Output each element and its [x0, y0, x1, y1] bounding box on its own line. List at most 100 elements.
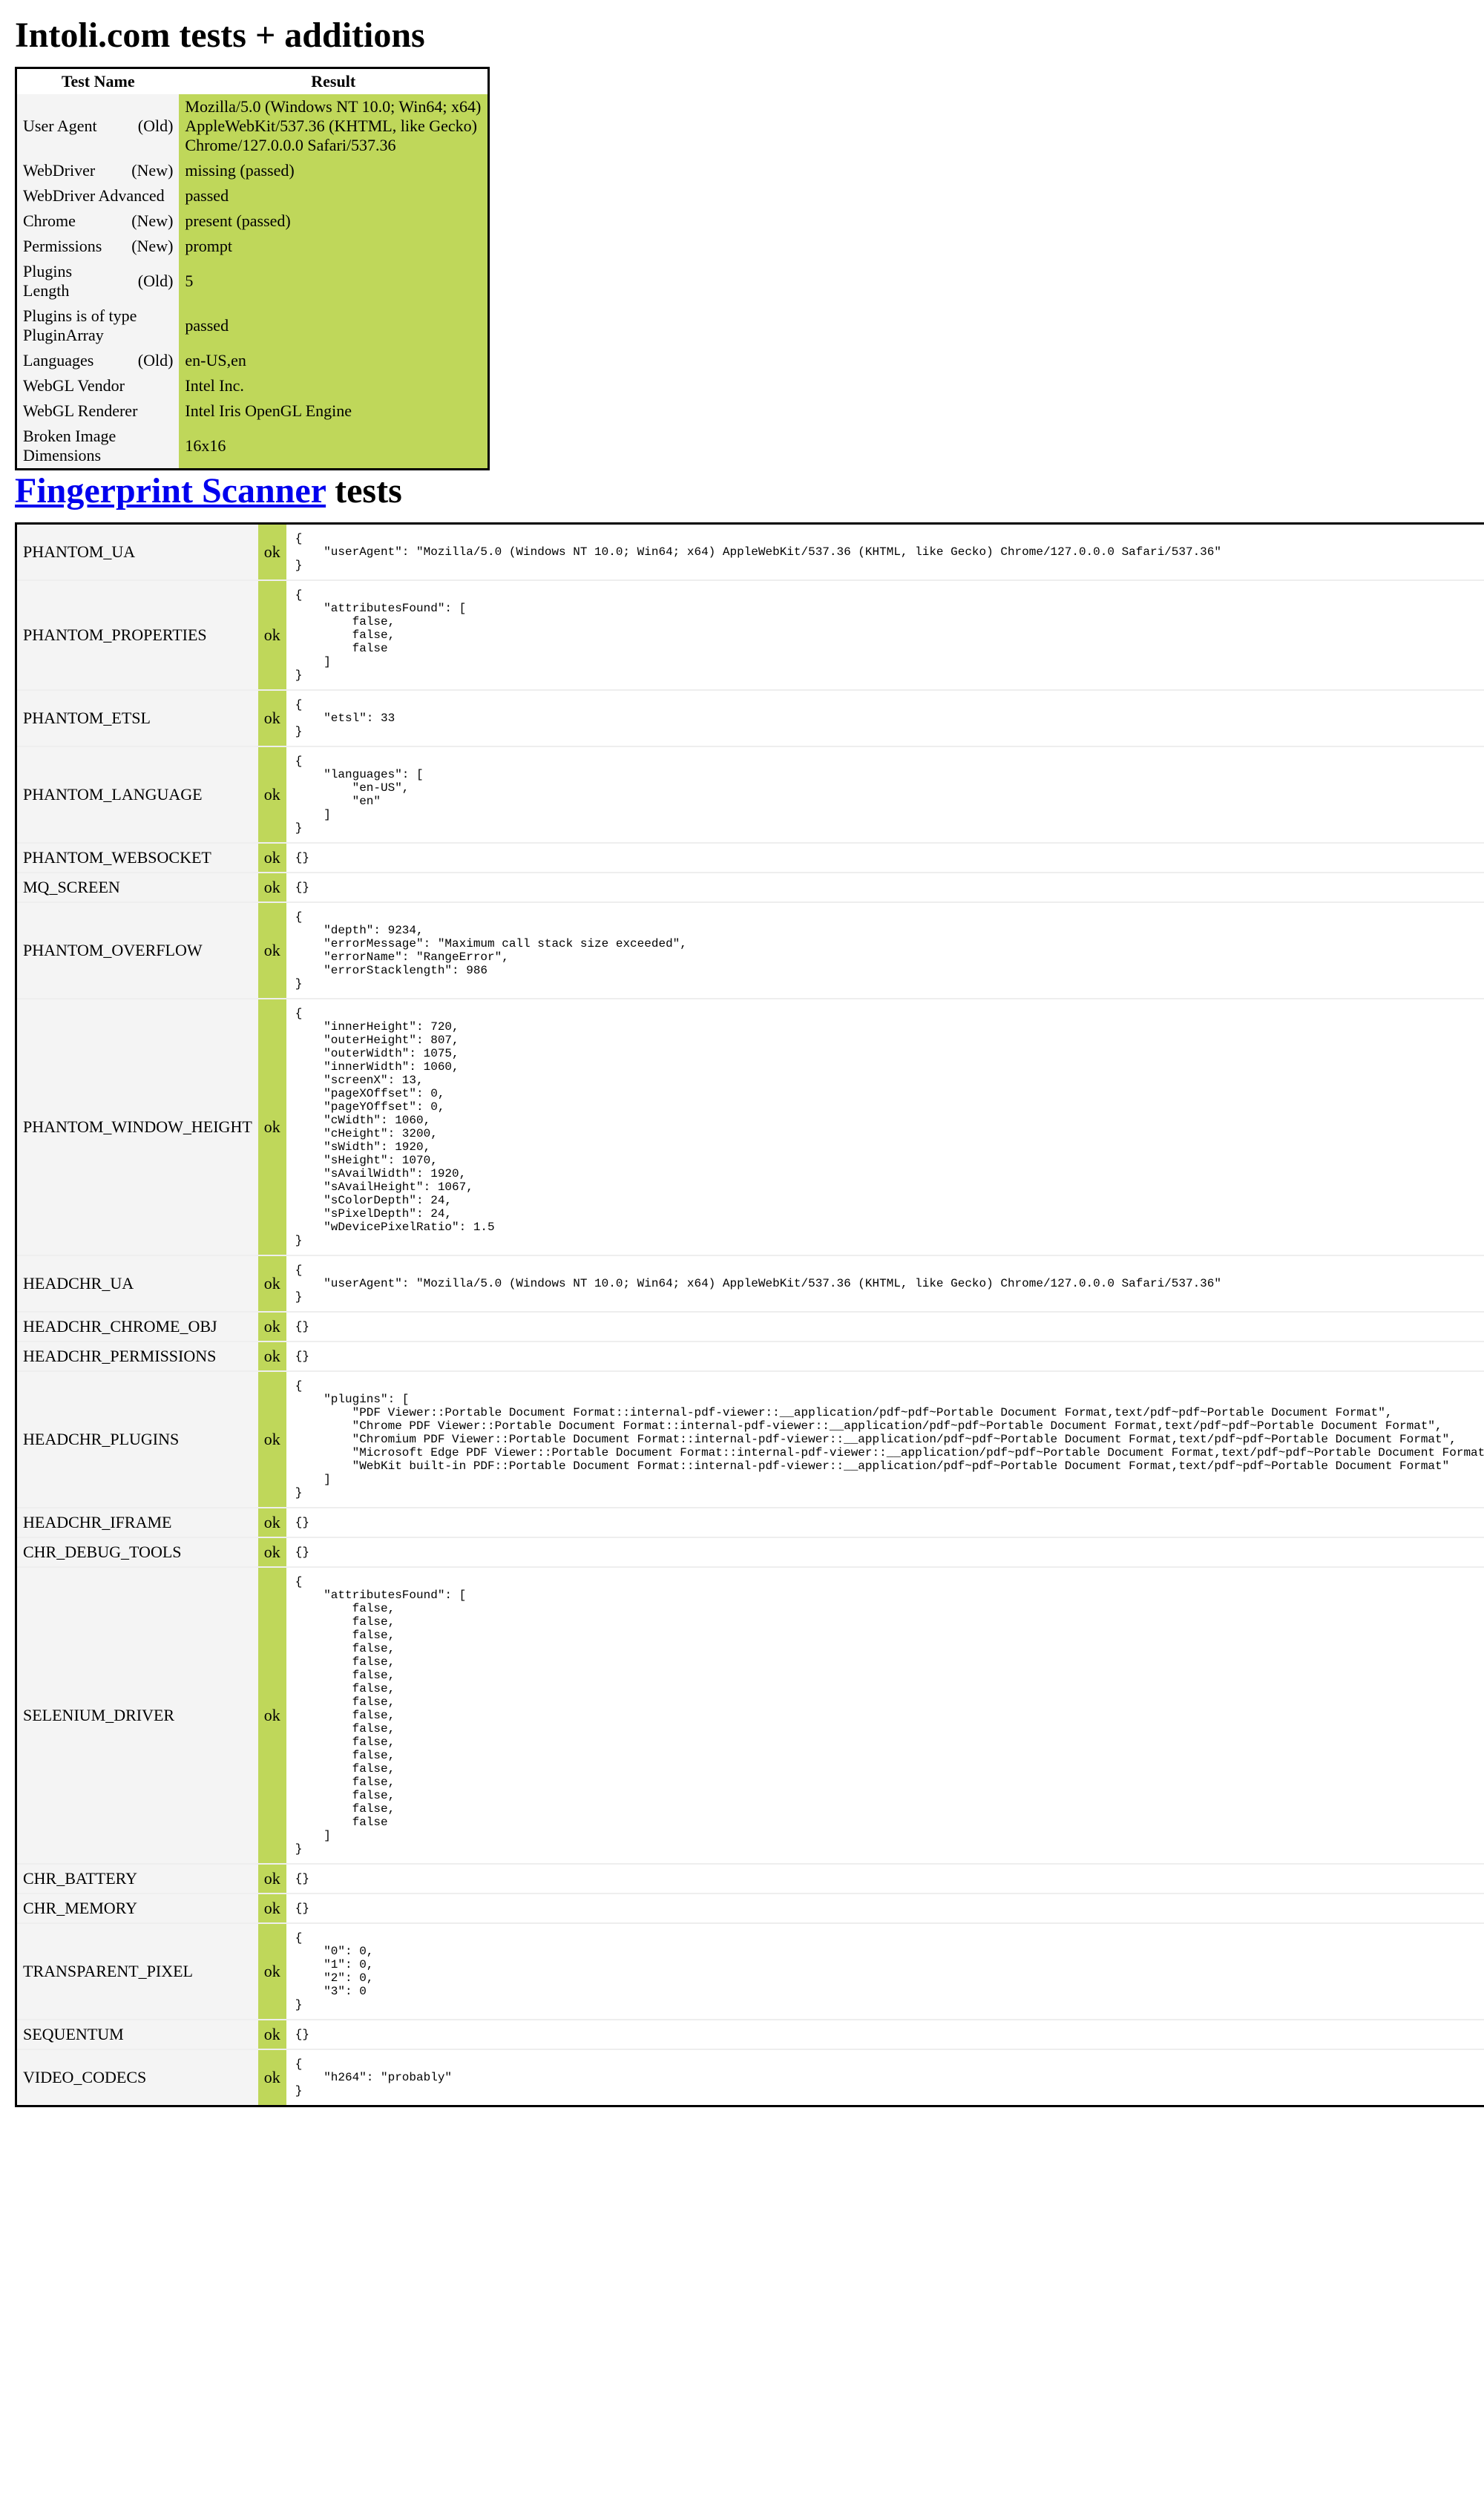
test-tag-cell: (Old)	[122, 94, 179, 158]
fp-status-cell: ok	[258, 902, 286, 999]
th-test-name: Test Name	[16, 68, 180, 95]
test-result-cell: 5	[179, 259, 488, 303]
test-name-cell: WebGL Vendor	[16, 373, 180, 398]
table-row: PHANTOM_ETSLok{ "etsl": 33 }	[16, 690, 1484, 746]
th-result: Result	[179, 68, 488, 95]
fp-data-cell: { "depth": 9234, "errorMessage": "Maximu…	[286, 902, 1484, 999]
fp-name-cell: CHR_DEBUG_TOOLS	[16, 1537, 258, 1567]
fp-data-cell: { "languages": [ "en-US", "en" ] }	[286, 746, 1484, 843]
fp-name-cell: CHR_BATTERY	[16, 1864, 258, 1894]
table-row: PHANTOM_OVERFLOWok{ "depth": 9234, "erro…	[16, 902, 1484, 999]
table-row: SEQUENTUMok{}	[16, 2020, 1484, 2049]
fp-name-cell: HEADCHR_UA	[16, 1255, 258, 1312]
test-tag-cell: (New)	[122, 158, 179, 183]
test-name-cell: User Agent	[16, 94, 123, 158]
table-row: Chrome(New)present (passed)	[16, 208, 489, 234]
table-row: Broken Image Dimensions16x16	[16, 424, 489, 470]
fp-data-cell: {}	[286, 1508, 1484, 1537]
fp-name-cell: PHANTOM_ETSL	[16, 690, 258, 746]
fp-status-cell: ok	[258, 1341, 286, 1371]
fp-data-cell: {}	[286, 1894, 1484, 1923]
test-result-cell: passed	[179, 183, 488, 208]
test-name-cell: Plugins is of type PluginArray	[16, 303, 180, 348]
table-row: Languages(Old)en-US,en	[16, 348, 489, 373]
fp-data-cell: { "h264": "probably" }	[286, 2049, 1484, 2106]
table-row: HEADCHR_PERMISSIONSok{}	[16, 1341, 1484, 1371]
test-result-cell: en-US,en	[179, 348, 488, 373]
fp-name-cell: PHANTOM_OVERFLOW	[16, 902, 258, 999]
fp-table: PHANTOM_UAok{ "userAgent": "Mozilla/5.0 …	[15, 522, 1484, 2107]
table-row: WebGL RendererIntel Iris OpenGL Engine	[16, 398, 489, 424]
test-tag-cell: (Old)	[122, 259, 179, 303]
fp-status-cell: ok	[258, 690, 286, 746]
table-row: Plugins Length(Old)5	[16, 259, 489, 303]
fp-name-cell: HEADCHR_CHROME_OBJ	[16, 1312, 258, 1341]
test-tag-cell: (Old)	[122, 348, 179, 373]
fp-name-cell: PHANTOM_UA	[16, 524, 258, 581]
table-row: WebDriver(New)missing (passed)	[16, 158, 489, 183]
fp-data-cell: {}	[286, 1864, 1484, 1894]
table-row: SELENIUM_DRIVERok{ "attributesFound": [ …	[16, 1567, 1484, 1864]
test-result-cell: 16x16	[179, 424, 488, 470]
fp-status-cell: ok	[258, 999, 286, 1255]
fp-data-cell: {}	[286, 2020, 1484, 2049]
fp-status-cell: ok	[258, 1864, 286, 1894]
heading-fp: Fingerprint Scanner tests	[15, 470, 1484, 511]
fp-data-cell: {}	[286, 1341, 1484, 1371]
table-row: PHANTOM_UAok{ "userAgent": "Mozilla/5.0 …	[16, 524, 1484, 581]
fp-name-cell: PHANTOM_WINDOW_HEIGHT	[16, 999, 258, 1255]
fp-status-cell: ok	[258, 2049, 286, 2106]
fp-data-cell: {}	[286, 1537, 1484, 1567]
table-row: Plugins is of type PluginArraypassed	[16, 303, 489, 348]
fp-data-cell: { "0": 0, "1": 0, "2": 0, "3": 0 }	[286, 1923, 1484, 2020]
fp-name-cell: TRANSPARENT_PIXEL	[16, 1923, 258, 2020]
table-row: MQ_SCREENok{}	[16, 873, 1484, 902]
fp-rest: tests	[326, 471, 402, 510]
fp-name-cell: SELENIUM_DRIVER	[16, 1567, 258, 1864]
fp-name-cell: PHANTOM_WEBSOCKET	[16, 843, 258, 873]
fp-data-cell: { "userAgent": "Mozilla/5.0 (Windows NT …	[286, 524, 1484, 581]
fp-data-cell: { "etsl": 33 }	[286, 690, 1484, 746]
fp-name-cell: PHANTOM_LANGUAGE	[16, 746, 258, 843]
test-tag-cell: (New)	[122, 234, 179, 259]
table-row: HEADCHR_IFRAMEok{}	[16, 1508, 1484, 1537]
table-row: HEADCHR_UAok{ "userAgent": "Mozilla/5.0 …	[16, 1255, 1484, 1312]
test-result-cell: Intel Iris OpenGL Engine	[179, 398, 488, 424]
heading-intoli: Intoli.com tests + additions	[15, 15, 1484, 56]
fp-name-cell: PHANTOM_PROPERTIES	[16, 580, 258, 690]
fp-name-cell: VIDEO_CODECS	[16, 2049, 258, 2106]
fp-status-cell: ok	[258, 1371, 286, 1508]
fp-status-cell: ok	[258, 1537, 286, 1567]
fp-status-cell: ok	[258, 1312, 286, 1341]
test-name-cell: Permissions	[16, 234, 123, 259]
fp-data-cell: { "attributesFound": [ false, false, fal…	[286, 580, 1484, 690]
table-row: WebDriver Advancedpassed	[16, 183, 489, 208]
table-row: CHR_BATTERYok{}	[16, 1864, 1484, 1894]
test-name-cell: Broken Image Dimensions	[16, 424, 180, 470]
fp-name-cell: MQ_SCREEN	[16, 873, 258, 902]
fp-status-cell: ok	[258, 1894, 286, 1923]
fp-status-cell: ok	[258, 2020, 286, 2049]
test-result-cell: missing (passed)	[179, 158, 488, 183]
fp-status-cell: ok	[258, 1567, 286, 1864]
fp-data-cell: {}	[286, 843, 1484, 873]
table-row: VIDEO_CODECSok{ "h264": "probably" }	[16, 2049, 1484, 2106]
fp-data-cell: {}	[286, 873, 1484, 902]
fp-data-cell: { "attributesFound": [ false, false, fal…	[286, 1567, 1484, 1864]
test-name-cell: Languages	[16, 348, 123, 373]
test-name-cell: WebGL Renderer	[16, 398, 180, 424]
test-result-cell: Mozilla/5.0 (Windows NT 10.0; Win64; x64…	[179, 94, 488, 158]
table-row: WebGL VendorIntel Inc.	[16, 373, 489, 398]
table-row: HEADCHR_CHROME_OBJok{}	[16, 1312, 1484, 1341]
intoli-table: Test Name Result User Agent(Old)Mozilla/…	[15, 67, 490, 470]
test-name-cell: WebDriver Advanced	[16, 183, 180, 208]
table-row: PHANTOM_WEBSOCKETok{}	[16, 843, 1484, 873]
fp-name-cell: HEADCHR_PLUGINS	[16, 1371, 258, 1508]
fp-name-cell: CHR_MEMORY	[16, 1894, 258, 1923]
fp-link[interactable]: Fingerprint Scanner	[15, 471, 326, 510]
fp-name-cell: HEADCHR_IFRAME	[16, 1508, 258, 1537]
fp-data-cell: { "userAgent": "Mozilla/5.0 (Windows NT …	[286, 1255, 1484, 1312]
test-result-cell: Intel Inc.	[179, 373, 488, 398]
test-name-cell: WebDriver	[16, 158, 123, 183]
test-result-cell: present (passed)	[179, 208, 488, 234]
